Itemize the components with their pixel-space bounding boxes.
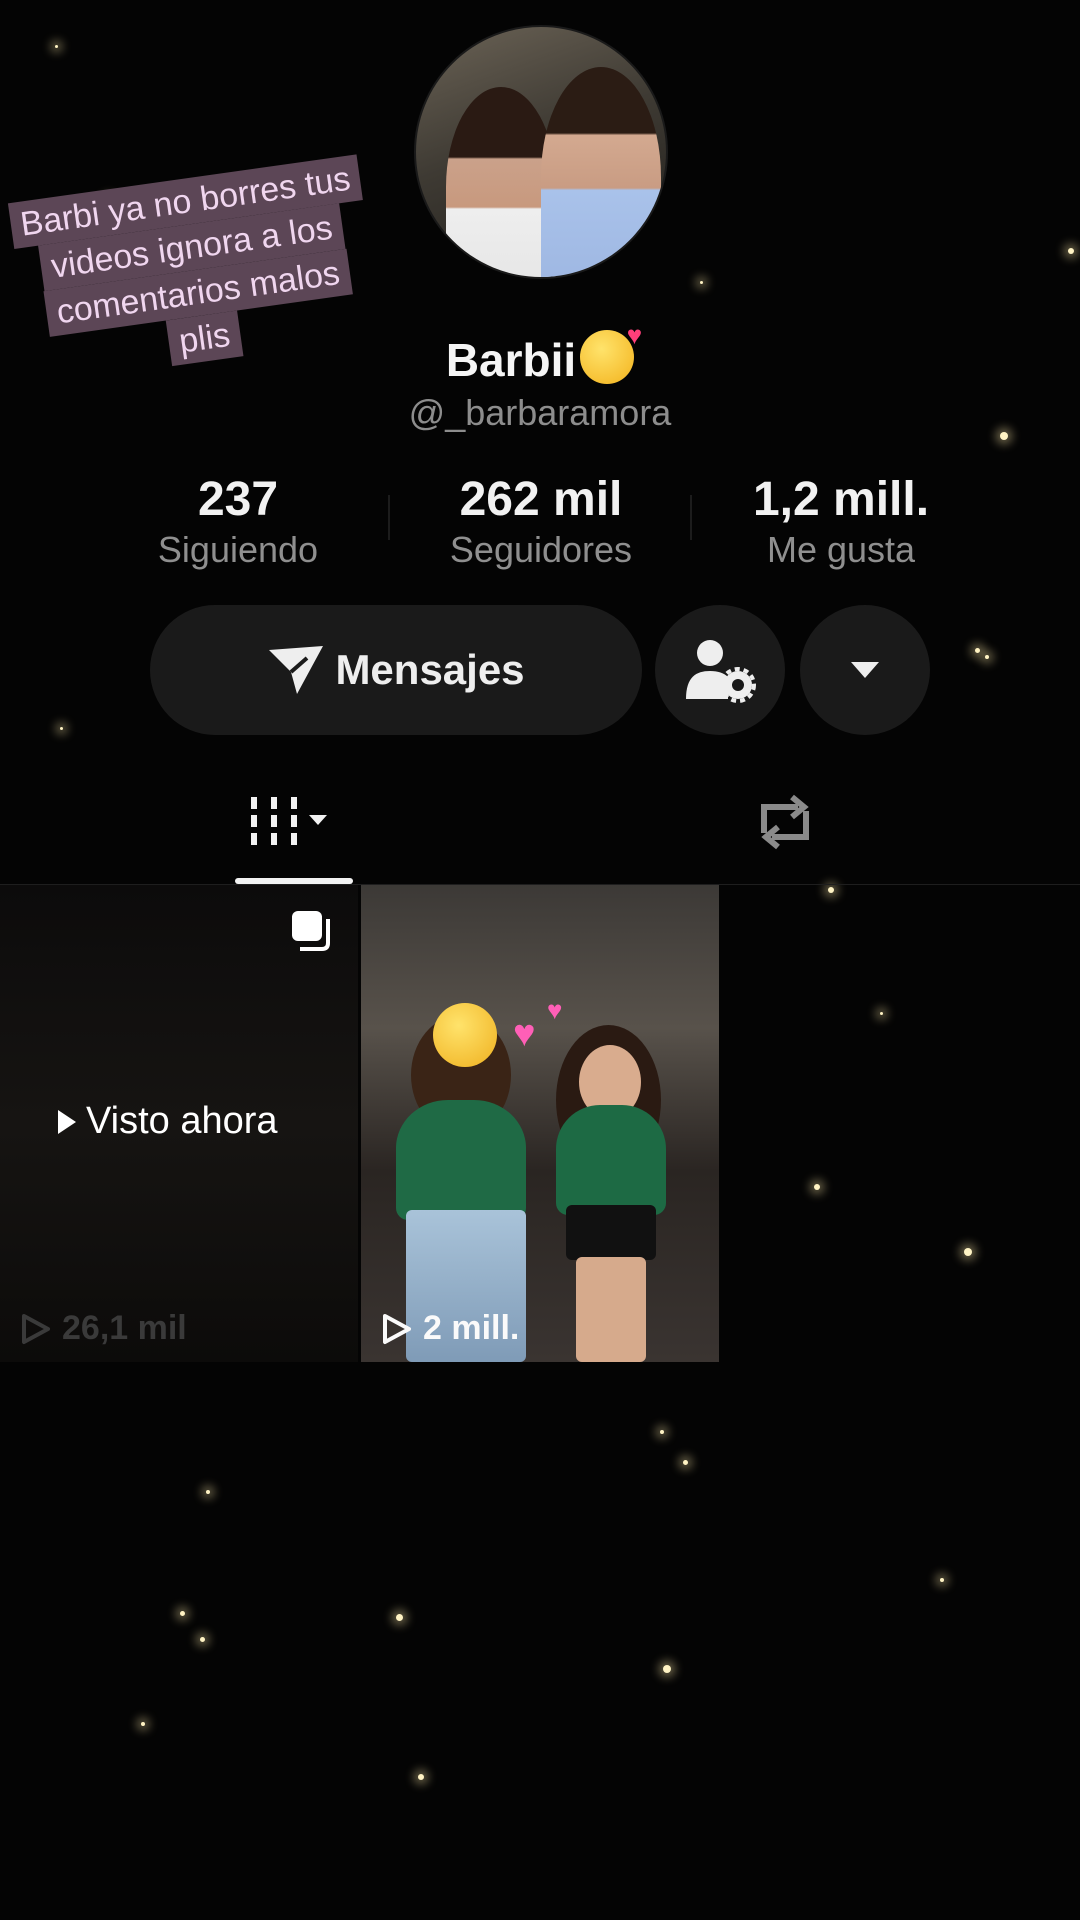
grid-icon xyxy=(251,797,327,845)
view-count: 2 mill. xyxy=(379,1309,519,1348)
stat-likes[interactable]: 1,2 mill. Me gusta xyxy=(711,472,971,572)
thumbnail-figure xyxy=(576,1257,646,1362)
video-tile[interactable]: ♥ ♥ 2 mill. xyxy=(361,885,719,1362)
stat-value: 262 mil xyxy=(459,473,623,526)
avatar-person-left xyxy=(446,87,556,277)
pleading-face-sticker xyxy=(433,1003,497,1067)
profile-screen: Barbi ya no borres tus videos ignora a l… xyxy=(0,0,1080,1920)
tab-videos[interactable] xyxy=(210,760,370,884)
play-outline-icon xyxy=(383,1313,411,1344)
tab-reposts[interactable] xyxy=(705,760,865,884)
play-icon xyxy=(58,1109,76,1134)
stat-label: Siguiendo xyxy=(157,529,319,570)
avatar-person-right xyxy=(541,67,661,277)
view-count: 26,1 mil xyxy=(18,1309,187,1348)
smiling-face-with-hearts-icon xyxy=(580,320,642,384)
display-name: Barbii xyxy=(0,320,1080,387)
caret-down-icon xyxy=(851,662,879,678)
more-options-button[interactable] xyxy=(800,605,930,735)
heart-sticker-icon: ♥ xyxy=(547,995,563,1025)
stat-divider xyxy=(388,495,390,540)
profile-tabs xyxy=(0,760,1080,884)
stat-value: 237 xyxy=(197,473,279,526)
stat-label: Seguidores xyxy=(449,529,633,570)
view-count-text: 26,1 mil xyxy=(62,1309,187,1347)
thumbnail-figure xyxy=(556,1105,666,1215)
stat-label: Me gusta xyxy=(766,529,916,570)
add-friend-button[interactable] xyxy=(655,605,785,735)
person-gear-icon xyxy=(686,640,756,703)
stat-divider xyxy=(690,495,692,540)
seen-now-label: Visto ahora xyxy=(58,1100,278,1143)
stat-value: 1,2 mill. xyxy=(752,473,930,526)
stat-following[interactable]: 237 Siguiendo xyxy=(108,472,368,572)
profile-avatar[interactable] xyxy=(414,25,668,279)
heart-sticker-icon: ♥ xyxy=(513,1013,536,1055)
messages-button-label: Mensajes xyxy=(335,646,525,693)
messages-button[interactable]: Mensajes xyxy=(150,605,642,735)
seen-now-text: Visto ahora xyxy=(86,1100,278,1142)
play-outline-icon xyxy=(22,1313,50,1344)
paper-plane-icon xyxy=(269,646,324,694)
username: @_barbaramora xyxy=(408,392,672,433)
video-tile[interactable]: Visto ahora 26,1 mil xyxy=(0,885,358,1362)
stat-followers[interactable]: 262 mil Seguidores xyxy=(411,472,671,572)
view-count-text: 2 mill. xyxy=(423,1309,520,1347)
multi-photo-icon xyxy=(288,907,334,958)
display-name-text: Barbii xyxy=(445,334,577,386)
thumbnail-figure xyxy=(566,1205,656,1260)
repost-icon xyxy=(761,794,809,850)
thumbnail-figure xyxy=(396,1100,526,1220)
